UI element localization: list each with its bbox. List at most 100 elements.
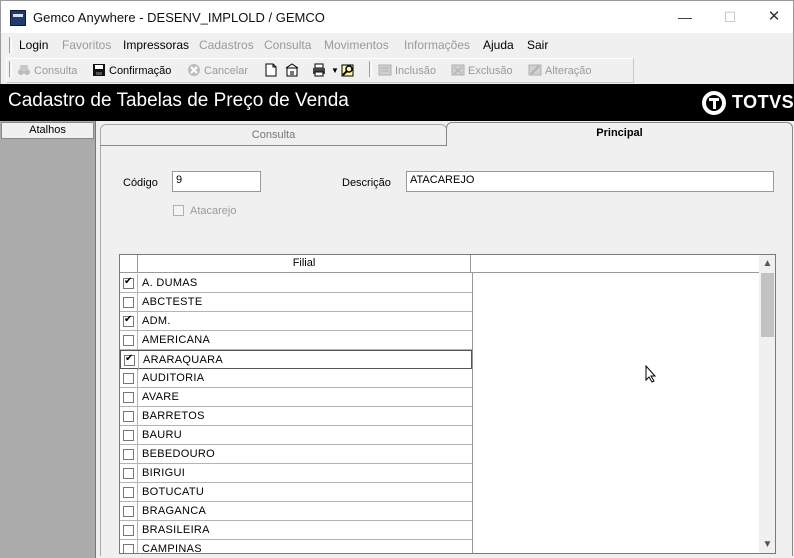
menu-informacoes[interactable]: Informações <box>404 38 470 52</box>
row-checkbox[interactable] <box>123 449 134 460</box>
row-filial-name: BEBEDOURO <box>142 448 215 460</box>
row-checkbox[interactable] <box>123 297 134 308</box>
print-dropdown-chevron-icon[interactable]: ▼ <box>331 62 339 80</box>
table-row[interactable]: AUDITORIA <box>120 369 472 388</box>
printer-icon <box>313 63 325 77</box>
new-document-button[interactable] <box>264 62 281 80</box>
row-checkbox[interactable] <box>123 468 134 479</box>
table-row[interactable]: CAMPINAS <box>120 540 472 554</box>
toolbar: Consulta Confirmação Cancelar ▼ Inclusão… <box>0 57 794 84</box>
table-row[interactable]: ABCTESTE <box>120 293 472 312</box>
main-panel: Consulta Principal Código 9 Descrição AT… <box>96 121 794 558</box>
codigo-label: Código <box>123 177 158 189</box>
menu-favoritos[interactable]: Favoritos <box>62 38 111 52</box>
scroll-up-icon[interactable]: ▲ <box>759 255 775 272</box>
table-row[interactable]: A. DUMAS <box>120 274 472 293</box>
alteracao-label: Alteração <box>545 65 592 77</box>
open-document-button[interactable] <box>285 62 302 80</box>
inclusao-button[interactable]: Inclusão <box>378 62 436 80</box>
atacarejo-checkbox[interactable] <box>173 205 184 216</box>
preview-button[interactable] <box>341 62 358 80</box>
close-button[interactable]: ✕ <box>751 5 794 29</box>
row-check-cell <box>120 502 138 521</box>
page-title: Cadastro de Tabelas de Preço de Venda <box>8 90 349 111</box>
alteracao-button[interactable]: Alteração <box>528 62 591 80</box>
row-filial-name: AUDITORIA <box>142 372 205 384</box>
consulta-button[interactable]: Consulta <box>17 62 77 80</box>
row-checkbox[interactable] <box>123 487 134 498</box>
row-checkbox[interactable] <box>124 353 135 366</box>
grid-header: Filial <box>120 255 759 273</box>
grid-header-filial[interactable]: Filial <box>138 255 471 273</box>
table-row[interactable]: BIRIGUI <box>120 464 472 483</box>
table-row[interactable]: BARRETOS <box>120 407 472 426</box>
row-checkbox[interactable] <box>123 392 134 403</box>
row-check-cell <box>120 369 138 388</box>
row-checkbox[interactable] <box>123 411 134 422</box>
table-row[interactable]: ARARAQUARA <box>120 350 472 370</box>
inclusao-icon <box>378 64 392 76</box>
table-row[interactable]: BRASILEIRA <box>120 521 472 540</box>
scroll-thumb[interactable] <box>761 273 774 337</box>
sidebar-title[interactable]: Atalhos <box>1 122 94 139</box>
table-row[interactable]: ADM. <box>120 312 472 331</box>
table-row[interactable]: BEBEDOURO <box>120 445 472 464</box>
row-checkbox[interactable] <box>123 525 134 536</box>
maximize-button[interactable]: ☐ <box>707 5 753 29</box>
window-title: Gemco Anywhere - DESENV_IMPLOLD / GEMCO <box>33 10 325 25</box>
confirmacao-button[interactable]: Confirmação <box>92 62 171 80</box>
row-checkbox[interactable] <box>123 373 134 384</box>
row-check-cell <box>120 426 138 445</box>
descricao-label: Descrição <box>342 177 391 189</box>
menu-cadastros[interactable]: Cadastros <box>199 38 254 52</box>
row-filial-name: BAURU <box>142 429 183 441</box>
row-filial-name: BARRETOS <box>142 410 205 422</box>
cancel-x-icon <box>188 64 200 76</box>
print-button[interactable] <box>312 62 329 80</box>
table-row[interactable]: BAURU <box>120 426 472 445</box>
row-check-cell <box>121 351 139 370</box>
alteracao-icon <box>528 64 542 76</box>
row-filial-name: BIRIGUI <box>142 467 186 479</box>
menu-login[interactable]: Login <box>19 38 48 52</box>
codigo-field[interactable]: 9 <box>172 171 261 192</box>
row-checkbox[interactable] <box>123 506 134 517</box>
new-document-icon <box>265 63 277 77</box>
menu-movimentos[interactable]: Movimentos <box>324 38 389 52</box>
tab-principal[interactable]: Principal <box>446 122 793 146</box>
principal-tab-content: Código 9 Descrição ATACAREJO Atacarejo F… <box>100 146 793 556</box>
descricao-field[interactable]: ATACAREJO <box>406 171 774 192</box>
row-filial-name: BRAGANCA <box>142 505 207 517</box>
vertical-scrollbar[interactable]: ▲ ▼ <box>759 255 775 553</box>
row-checkbox[interactable] <box>123 544 134 553</box>
open-document-icon <box>285 63 299 77</box>
table-row[interactable]: BRAGANCA <box>120 502 472 521</box>
row-checkbox[interactable] <box>123 335 134 346</box>
menu-consulta[interactable]: Consulta <box>264 38 311 52</box>
sidebar: Atalhos <box>0 121 96 558</box>
cancelar-button[interactable]: Cancelar <box>187 62 248 80</box>
scroll-down-icon[interactable]: ▼ <box>759 536 775 553</box>
toolbar-grip <box>9 61 12 77</box>
row-check-cell <box>120 331 138 350</box>
table-row[interactable]: AMERICANA <box>120 331 472 350</box>
minimize-button[interactable]: — <box>662 5 708 29</box>
consulta-label: Consulta <box>34 65 78 77</box>
table-row[interactable]: BOTUCATU <box>120 483 472 502</box>
menu-sair[interactable]: Sair <box>527 38 548 52</box>
row-checkbox[interactable] <box>123 276 134 289</box>
row-checkbox[interactable] <box>123 430 134 441</box>
row-filial-name: CAMPINAS <box>142 543 202 554</box>
row-check-cell <box>120 445 138 464</box>
exclusao-button[interactable]: Exclusão <box>451 62 513 80</box>
table-row[interactable]: AVARE <box>120 388 472 407</box>
menu-impressoras[interactable]: Impressoras <box>123 38 189 52</box>
row-checkbox[interactable] <box>123 314 134 327</box>
menu-ajuda[interactable]: Ajuda <box>483 38 514 52</box>
tab-consulta[interactable]: Consulta <box>100 124 447 146</box>
row-check-cell <box>120 312 138 331</box>
cancelar-label: Cancelar <box>204 65 249 77</box>
menu-bar: Login Favoritos Impressoras Cadastros Co… <box>0 33 794 57</box>
row-check-cell <box>120 407 138 426</box>
row-check-cell <box>120 483 138 502</box>
